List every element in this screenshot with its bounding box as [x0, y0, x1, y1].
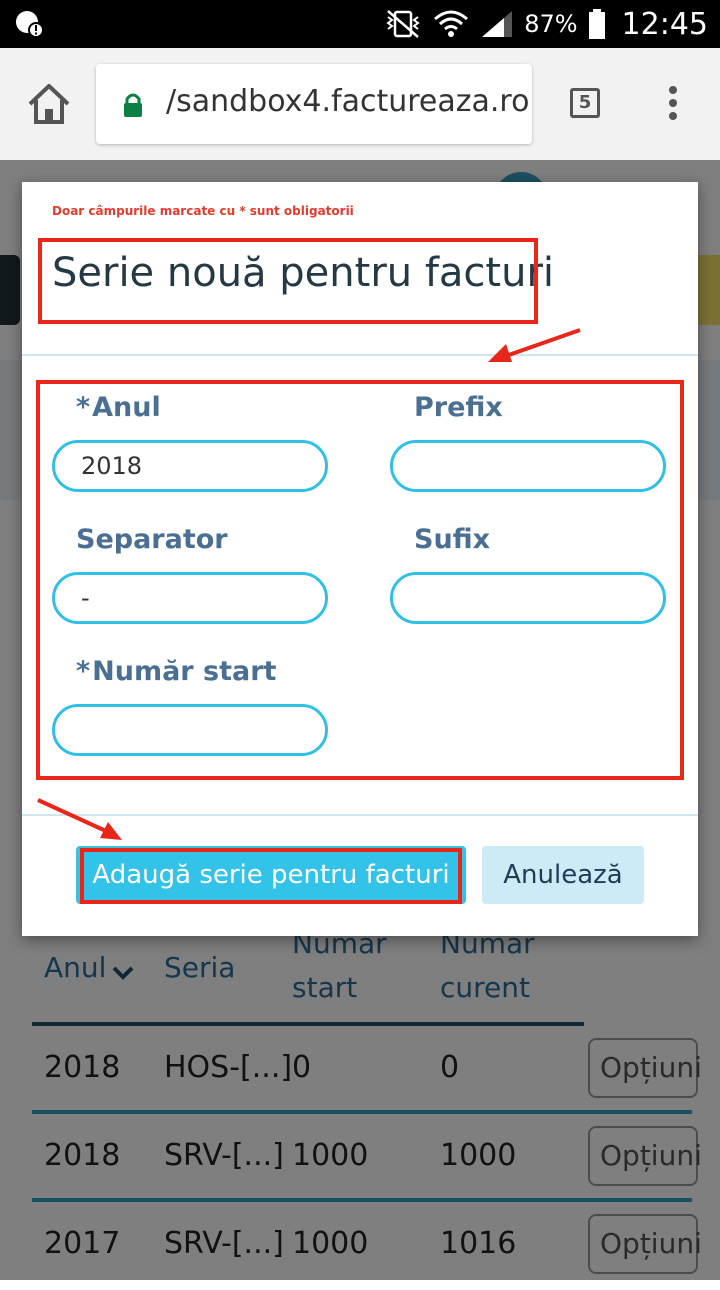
clock: 12:45 — [621, 6, 708, 42]
browser-toolbar: /sandbox4.factureaza.ro 5 — [0, 48, 720, 160]
form-highlight-box — [36, 380, 684, 780]
address-bar[interactable]: /sandbox4.factureaza.ro — [96, 64, 532, 144]
battery-percent: 87% — [524, 10, 578, 38]
notification-icon — [16, 11, 44, 38]
tab-switcher-button[interactable]: 5 — [570, 88, 600, 118]
required-fields-note: Doar câmpurile marcate cu * sunt obligat… — [52, 204, 354, 218]
vibrate-silent-icon — [386, 10, 420, 38]
overflow-menu-icon[interactable] — [666, 86, 680, 122]
url-text: /sandbox4.factureaza.ro — [166, 84, 530, 119]
lock-icon — [124, 93, 142, 117]
header-divider — [22, 354, 698, 356]
signal-icon — [482, 11, 513, 37]
cancel-button[interactable]: Anulează — [482, 846, 644, 904]
footer-divider — [22, 814, 698, 816]
battery-icon — [588, 9, 605, 39]
home-icon[interactable] — [26, 82, 72, 126]
button-highlight-box — [80, 848, 462, 904]
wifi-icon — [434, 10, 469, 37]
status-bar: 87% 12:45 — [0, 0, 720, 48]
new-series-modal: Doar câmpurile marcate cu * sunt obligat… — [22, 182, 698, 936]
title-highlight-box — [38, 238, 538, 324]
